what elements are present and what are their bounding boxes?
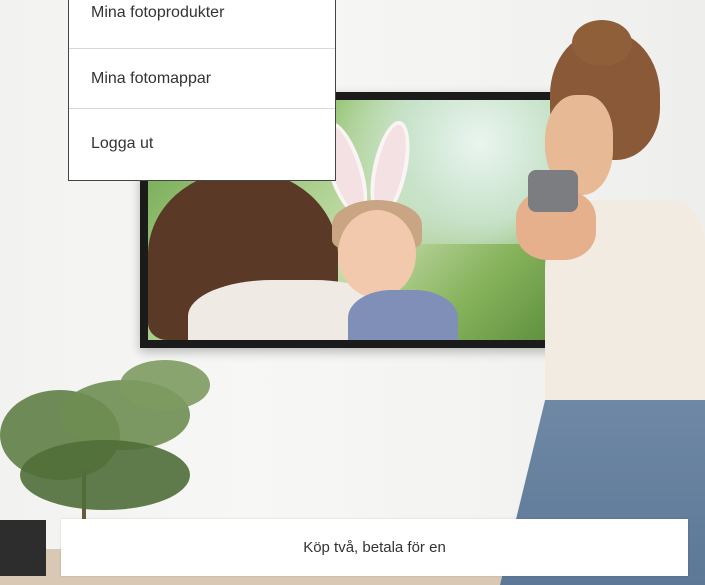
plant-leaves xyxy=(120,360,210,410)
photo-child-face xyxy=(338,210,416,298)
promo-banner-button[interactable]: Köp två, betala för en xyxy=(61,519,688,576)
mug xyxy=(528,170,578,212)
dark-side-block xyxy=(0,520,46,576)
menu-item-label: Mina fotoprodukter xyxy=(91,4,225,21)
plant-leaves xyxy=(20,440,190,510)
account-dropdown-menu: Mina fotoprodukter Mina fotomappar Logga… xyxy=(68,0,336,181)
menu-item-my-photo-folders[interactable]: Mina fotomappar xyxy=(69,49,335,109)
menu-item-label: Mina fotomappar xyxy=(91,69,212,87)
menu-item-my-photo-products[interactable]: Mina fotoprodukter xyxy=(69,0,335,49)
photo-child-body xyxy=(348,290,458,340)
menu-item-logout[interactable]: Logga ut xyxy=(69,109,335,179)
menu-item-label: Logga ut xyxy=(91,135,154,152)
woman-hair-bun xyxy=(572,20,632,66)
promo-label: Köp två, betala för en xyxy=(303,539,446,556)
